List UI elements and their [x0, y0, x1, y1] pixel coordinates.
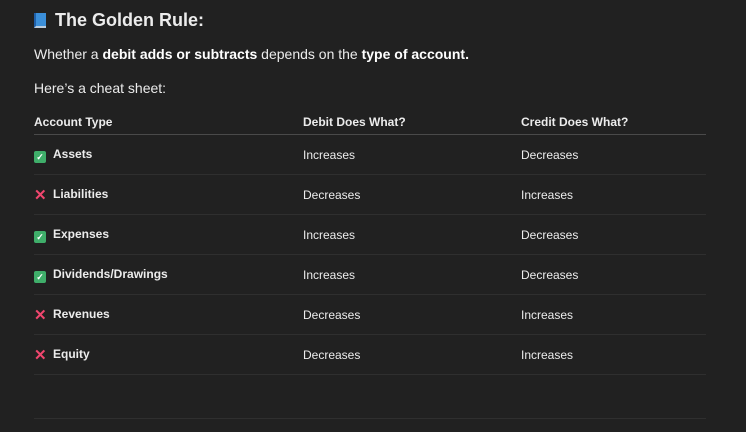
intro-paragraph: Whether a debit adds or subtracts depend… [34, 46, 469, 62]
cross-mark-icon: ✕ [34, 347, 47, 364]
check-mark-icon: ✓ [34, 270, 46, 283]
account-rules-table: Account Type Debit Does What? Credit Doe… [34, 110, 706, 375]
heading-text: The Golden Rule: [55, 10, 205, 30]
debit-effect: Decreases [303, 294, 521, 335]
account-name: Expenses [53, 226, 110, 241]
account-type-cell: ✕ Liabilities [34, 174, 303, 215]
credit-effect: Decreases [521, 134, 706, 175]
debit-effect: Increases [303, 254, 521, 295]
intro-text-2: depends on the [257, 46, 362, 62]
header-account-type: Account Type [34, 110, 303, 135]
account-name: Equity [53, 347, 90, 361]
account-type-cell: ✕ Revenues [34, 294, 303, 335]
debit-effect: Increases [303, 134, 521, 175]
intro-text: Whether a [34, 46, 103, 62]
cheat-sheet-label: Here’s a cheat sheet: [34, 80, 167, 96]
credit-effect: Increases [521, 174, 706, 215]
intro-bold-2: type of account. [361, 46, 469, 62]
account-type-cell: ✕ Equity [34, 334, 303, 375]
divider [34, 418, 706, 419]
section-heading: The Golden Rule: [34, 10, 204, 31]
credit-effect: Increases [521, 334, 706, 375]
credit-effect: Decreases [521, 254, 706, 295]
account-name: Dividends/Drawings [53, 266, 168, 281]
table-row: ✕ Revenues Decreases Increases [34, 294, 706, 335]
table-row: ✕ Liabilities Decreases Increases [34, 174, 706, 215]
cross-mark-icon: ✕ [34, 187, 47, 204]
check-mark-icon: ✓ [34, 150, 46, 163]
table-row: ✓ Dividends/Drawings Increases Decreases [34, 254, 706, 295]
account-type-cell: ✓ Expenses [34, 214, 303, 255]
account-type-cell: ✓ Assets [34, 134, 303, 175]
credit-effect: Decreases [521, 214, 706, 255]
cross-mark-icon: ✕ [34, 307, 47, 324]
account-type-cell: ✓ Dividends/Drawings [34, 254, 303, 295]
debit-effect: Decreases [303, 174, 521, 215]
account-name: Liabilities [53, 187, 109, 201]
blue-book-icon [34, 13, 46, 28]
table-row: ✕ Equity Decreases Increases [34, 334, 706, 375]
debit-effect: Decreases [303, 334, 521, 375]
header-credit: Credit Does What? [521, 110, 706, 135]
intro-bold-1: debit adds or subtracts [102, 46, 258, 62]
table-row: ✓ Assets Increases Decreases [34, 134, 706, 175]
debit-effect: Increases [303, 214, 521, 255]
header-debit: Debit Does What? [303, 110, 521, 135]
account-name: Revenues [53, 307, 110, 321]
credit-effect: Increases [521, 294, 706, 335]
check-mark-icon: ✓ [34, 230, 46, 243]
account-name: Assets [53, 146, 93, 161]
table-row: ✓ Expenses Increases Decreases [34, 214, 706, 255]
